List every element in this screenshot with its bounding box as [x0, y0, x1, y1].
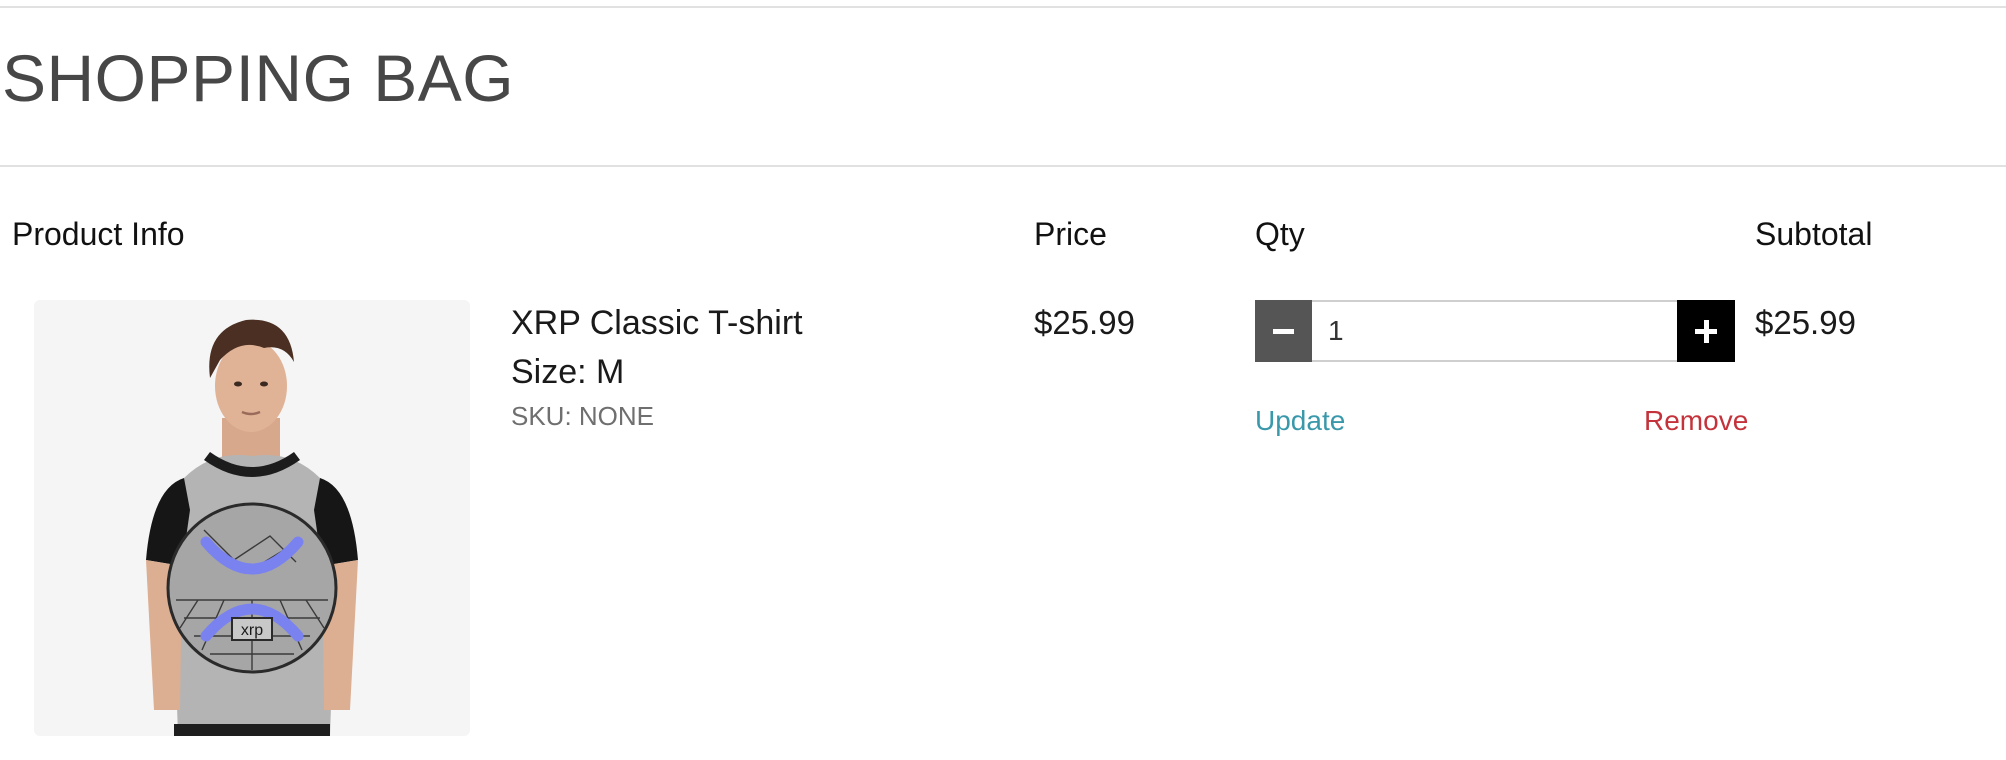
- product-size: Size: M: [511, 353, 625, 391]
- update-link[interactable]: Update: [1255, 404, 1345, 438]
- page-title: SHOPPING BAG: [2, 41, 515, 115]
- quantity-input[interactable]: [1312, 300, 1677, 362]
- column-header-subtotal: Subtotal: [1755, 216, 1873, 252]
- product-name[interactable]: XRP Classic T-shirt: [511, 303, 803, 343]
- column-header-qty: Qty: [1255, 216, 1305, 252]
- plus-icon[interactable]: [1677, 300, 1735, 362]
- top-divider: [0, 6, 2006, 8]
- remove-link[interactable]: Remove: [1644, 404, 1748, 438]
- column-header-price: Price: [1034, 216, 1107, 252]
- header-divider: [0, 165, 2006, 167]
- item-subtotal: $25.99: [1755, 304, 1856, 341]
- quantity-stepper: [1255, 300, 1735, 362]
- item-price: $25.99: [1034, 304, 1135, 341]
- product-sku: SKU: NONE: [511, 401, 655, 431]
- shirt-print-text: xrp: [241, 622, 263, 639]
- column-header-product-info: Product Info: [12, 216, 185, 252]
- product-image[interactable]: xrp: [34, 300, 470, 736]
- minus-icon[interactable]: [1255, 300, 1312, 362]
